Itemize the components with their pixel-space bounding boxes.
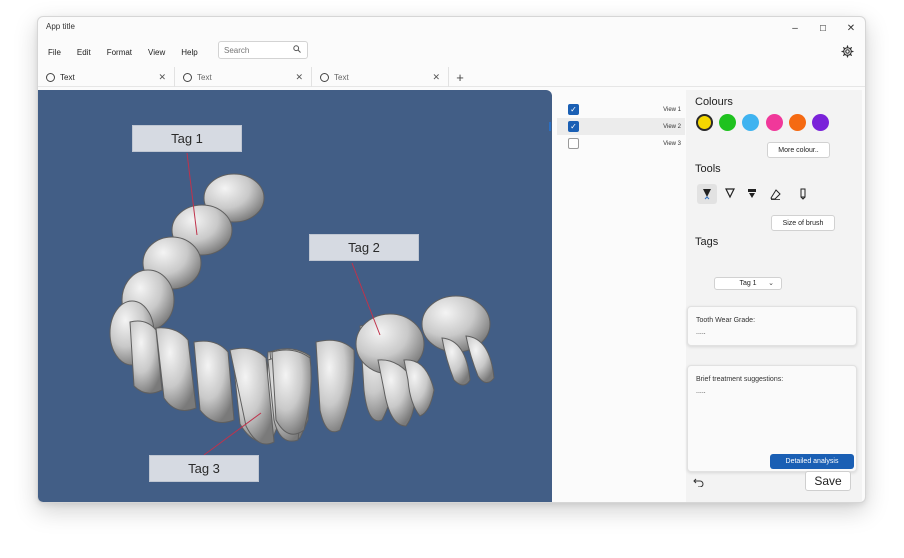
add-tab-button[interactable]: + — [449, 67, 471, 87]
view-2-checkbox[interactable]: ✓ — [568, 121, 579, 132]
app-title: App title — [46, 22, 75, 31]
colour-swatch-orange[interactable] — [789, 114, 806, 131]
treatment-label: Brief treatment suggestions: — [696, 376, 784, 383]
teeth-model — [109, 152, 495, 456]
maximize-button[interactable]: ☐ — [809, 17, 837, 39]
menu-bar: File Edit Format View Help — [38, 41, 865, 63]
colour-swatch-yellow[interactable] — [696, 114, 713, 131]
tag-dropdown-value: Tag 1 — [739, 280, 757, 287]
colours-title: Colours — [695, 96, 733, 108]
tag-1-label[interactable]: Tag 1 — [132, 125, 242, 152]
tags-title: Tags — [695, 236, 719, 248]
chevron-down-icon: ⌄ — [768, 280, 774, 287]
tab-label: Text — [197, 72, 212, 82]
side-panel: Colours More colour.. Tools Size of brus… — [686, 90, 862, 502]
selection-indicator — [549, 122, 551, 131]
window-controls: – ☐ ✕ — [781, 17, 865, 39]
tab-2[interactable]: Text ✕ — [175, 67, 312, 87]
colour-swatch-green[interactable] — [719, 114, 736, 131]
colour-swatch-blue[interactable] — [742, 114, 759, 131]
view-1-label: View 1 — [663, 106, 681, 113]
brush-fill-icon[interactable] — [697, 184, 717, 204]
treatment-card: Brief treatment suggestions: ..... Detai… — [687, 365, 857, 472]
close-icon[interactable]: ✕ — [432, 72, 440, 83]
tab-radio-icon — [46, 72, 55, 82]
view-3-label: View 3 — [663, 140, 681, 147]
brush-flat-icon[interactable] — [742, 184, 762, 204]
views-list: ✓ View 1 ✓ View 2 View 3 — [549, 101, 685, 152]
tab-3[interactable]: Text ✕ — [312, 67, 449, 87]
eraser-icon[interactable] — [765, 184, 785, 204]
title-bar: App title – ☐ ✕ — [38, 17, 865, 39]
undo-icon[interactable] — [693, 477, 704, 490]
tab-radio-icon — [183, 72, 192, 82]
menu-edit[interactable]: Edit — [77, 48, 91, 57]
tab-radio-icon — [320, 72, 329, 82]
view-row-1[interactable]: ✓ View 1 — [557, 101, 685, 118]
tooth-wear-card: Tooth Wear Grade: ..... — [687, 306, 857, 346]
tooth-wear-label: Tooth Wear Grade: — [696, 317, 756, 324]
close-icon[interactable]: ✕ — [295, 72, 303, 83]
tab-1[interactable]: Text ✕ — [38, 67, 175, 87]
more-colours-button[interactable]: More colour.. — [767, 142, 830, 158]
colour-swatch-purple[interactable] — [812, 114, 829, 131]
menu-file[interactable]: File — [48, 48, 61, 57]
tab-label: Text — [60, 72, 75, 82]
menu-help[interactable]: Help — [181, 48, 197, 57]
app-window: App title – ☐ ✕ File Edit Format View He… — [37, 16, 866, 503]
marker-icon[interactable] — [793, 184, 813, 204]
minimize-button[interactable]: – — [781, 17, 809, 39]
size-of-brush-button[interactable]: Size of brush — [771, 215, 835, 231]
tools-title: Tools — [695, 163, 721, 175]
close-button[interactable]: ✕ — [837, 17, 865, 39]
tab-bar: Text ✕ Text ✕ Text ✕ + — [38, 67, 865, 87]
view-3-checkbox[interactable] — [568, 138, 579, 149]
colour-swatch-pink[interactable] — [766, 114, 783, 131]
tag-dropdown[interactable]: Tag 1 ⌄ — [714, 277, 782, 290]
view-1-checkbox[interactable]: ✓ — [568, 104, 579, 115]
menu-format[interactable]: Format — [107, 48, 132, 57]
treatment-value[interactable]: ..... — [696, 388, 706, 395]
view-row-2[interactable]: ✓ View 2 — [549, 118, 685, 135]
settings-gear-icon[interactable] — [839, 43, 855, 59]
tag-2-label[interactable]: Tag 2 — [309, 234, 419, 261]
search-icon[interactable] — [293, 45, 301, 55]
brush-outline-icon[interactable] — [720, 184, 740, 204]
tag-3-label[interactable]: Tag 3 — [149, 455, 259, 482]
menu-view[interactable]: View — [148, 48, 165, 57]
search-box — [218, 41, 308, 59]
tab-label: Text — [334, 72, 349, 82]
view-2-label: View 2 — [663, 123, 681, 130]
view-row-3[interactable]: View 3 — [557, 135, 685, 152]
dental-3d-viewport[interactable]: Tag 1 Tag 2 Tag 3 — [38, 90, 552, 502]
detailed-analysis-button[interactable]: Detailed analysis — [770, 454, 854, 469]
tooth-wear-value[interactable]: ..... — [696, 329, 706, 336]
search-input[interactable] — [224, 45, 294, 55]
save-button[interactable]: Save — [805, 471, 851, 491]
close-icon[interactable]: ✕ — [158, 72, 166, 83]
